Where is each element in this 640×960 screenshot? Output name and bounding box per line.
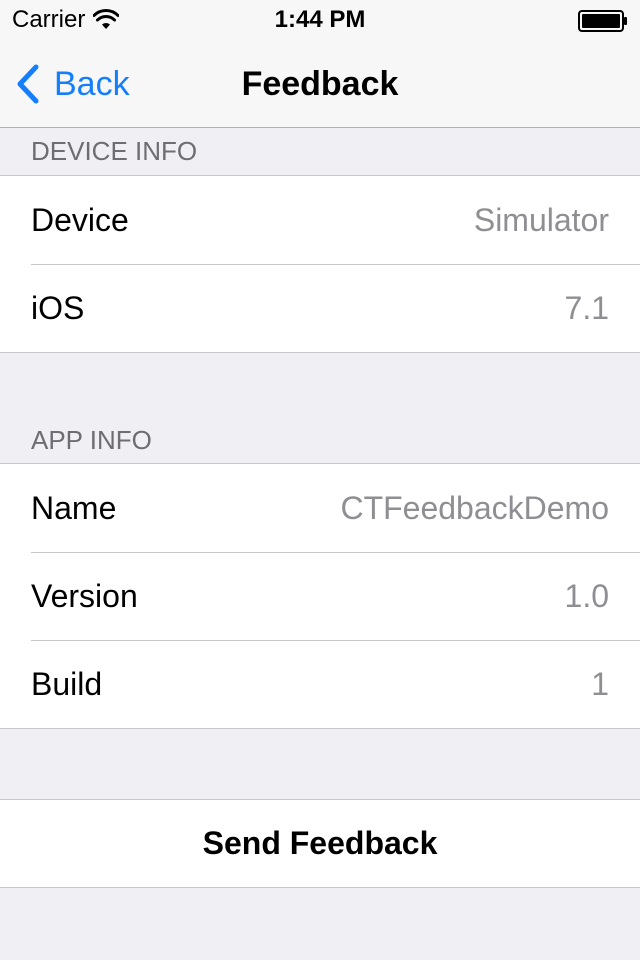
device-info-group: Device Simulator iOS 7.1 [0,175,640,353]
section-header-app-info: APP INFO [31,424,152,455]
top-bar: Carrier 1:44 PM Back Feedback [0,0,640,128]
status-bar: Carrier 1:44 PM [0,0,640,40]
settings-table: DEVICE INFO Device Simulator iOS 7.1 APP… [0,128,640,888]
navigation-bar: Back Feedback [0,40,640,128]
app-info-group: Name CTFeedbackDemo Version 1.0 Build 1 [0,463,640,729]
device-value: Simulator [473,201,609,238]
name-label: Name [31,489,117,526]
battery-icon [578,10,628,32]
name-value: CTFeedbackDemo [340,489,609,526]
chevron-left-icon [14,63,42,105]
section-header-device-info: DEVICE INFO [31,136,198,166]
device-row: Device Simulator [0,176,640,264]
status-time: 1:44 PM [274,6,366,33]
name-row: Name CTFeedbackDemo [0,464,640,552]
feedback-screen: Carrier 1:44 PM Back Feedback DEVICE INF… [0,0,640,960]
build-value: 1 [591,665,609,702]
ios-row: iOS 7.1 [0,264,640,352]
version-row: Version 1.0 [0,552,640,640]
version-value: 1.0 [564,577,609,614]
send-feedback-button[interactable]: Send Feedback [0,799,640,888]
device-label: Device [31,201,129,238]
back-label: Back [54,65,130,103]
build-label: Build [31,665,103,702]
build-row: Build 1 [0,640,640,728]
version-label: Version [31,577,138,614]
ios-value: 7.1 [564,289,609,326]
ios-label: iOS [31,289,85,326]
back-button[interactable]: Back [14,40,130,128]
